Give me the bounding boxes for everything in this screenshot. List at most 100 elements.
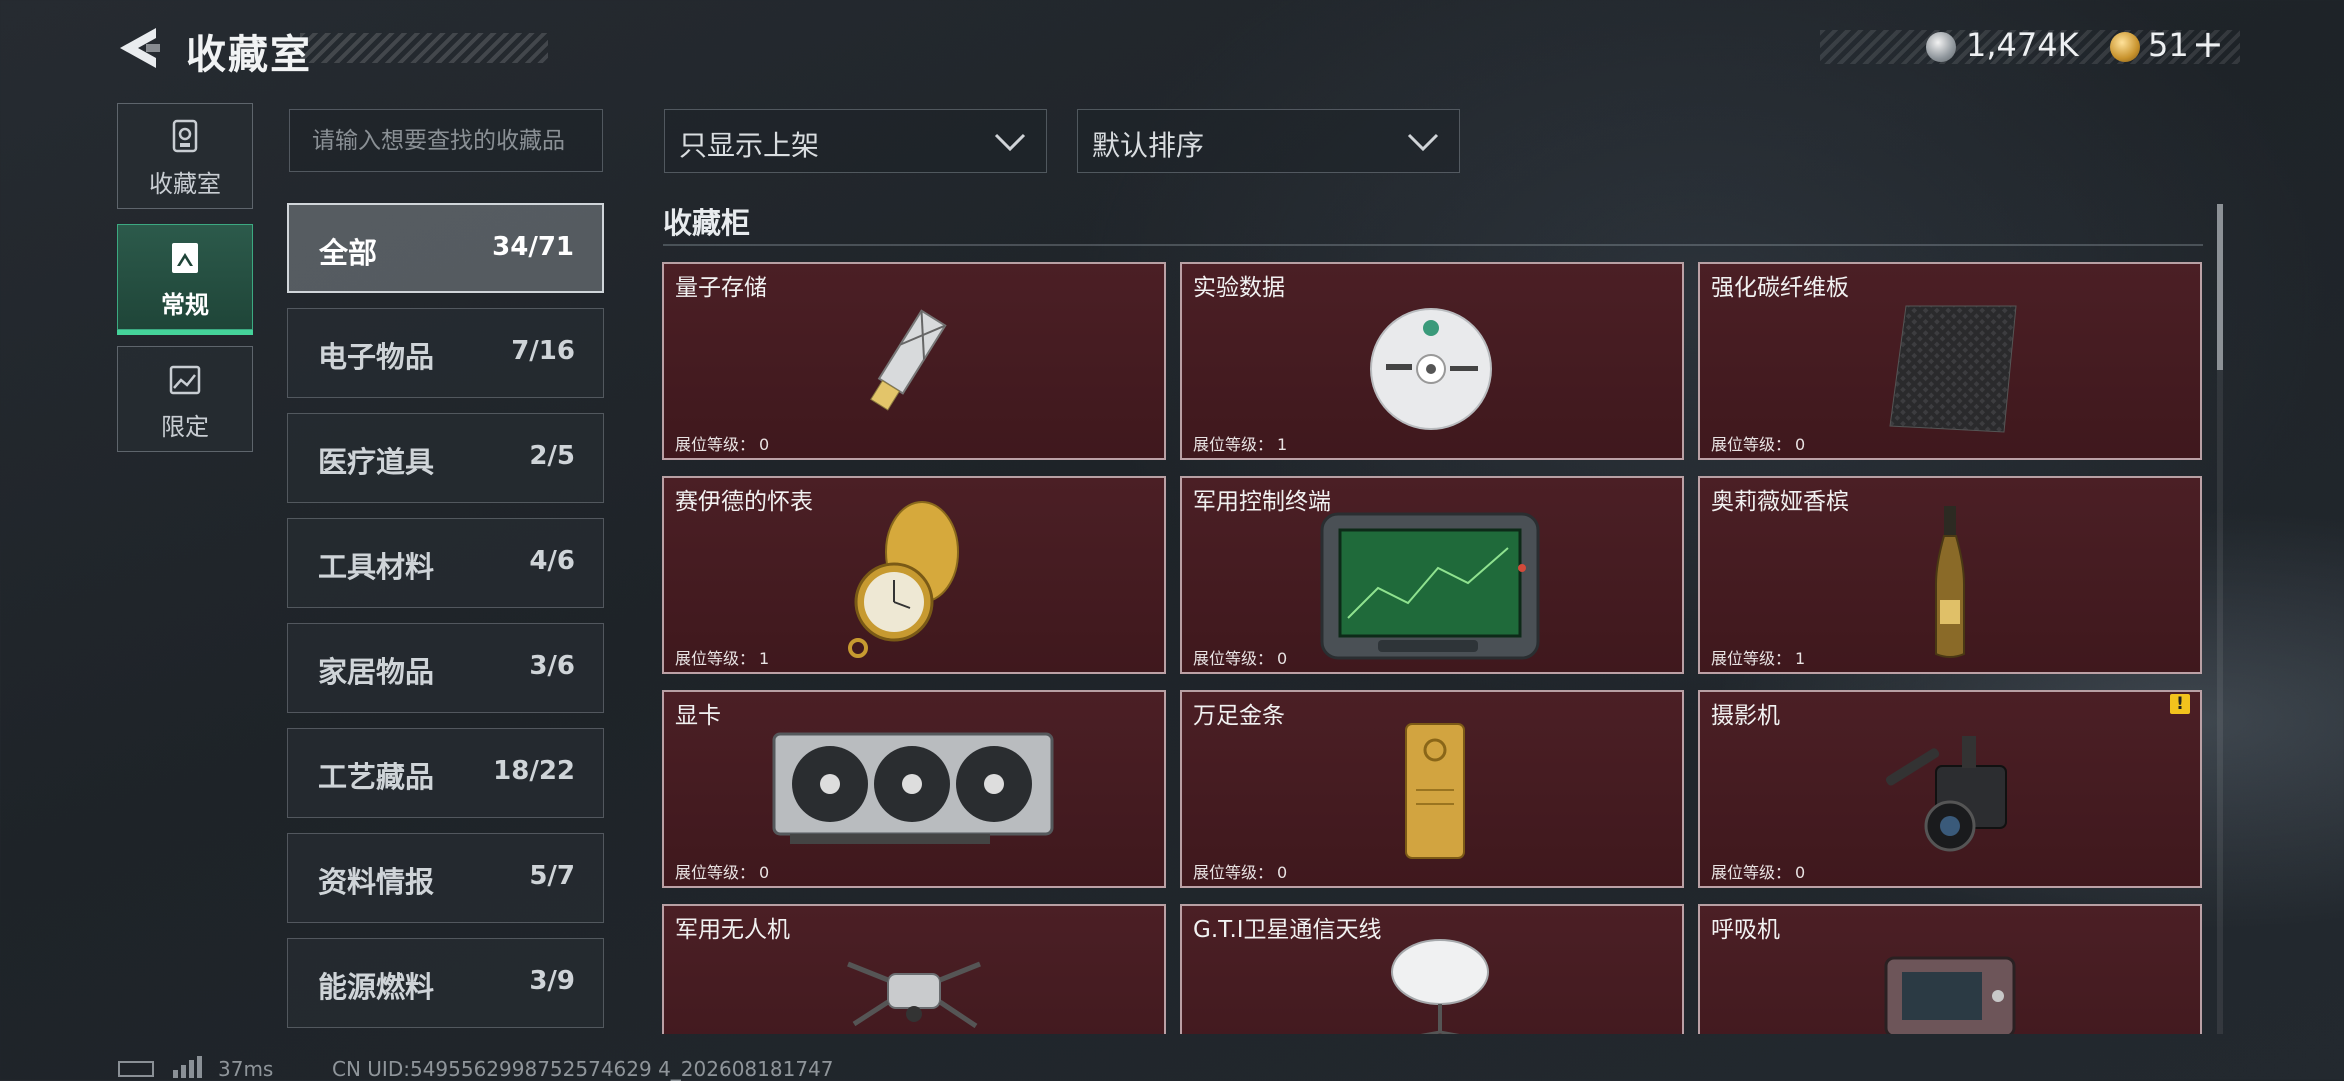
collection-item-card[interactable]: 军用无人机 展位等级： <box>662 904 1166 1034</box>
trophy-icon <box>172 119 198 153</box>
terminal-icon <box>1320 512 1540 660</box>
section-title: 收藏柜 <box>663 206 751 240</box>
section-divider <box>663 244 2203 246</box>
category-count: 3/6 <box>529 651 575 681</box>
ping-readout: 37ms <box>218 1057 274 1081</box>
item-name: 强化碳纤维板 <box>1711 275 1849 301</box>
disc-icon <box>1370 308 1492 430</box>
drone-icon <box>847 961 981 1029</box>
item-name: 显卡 <box>675 703 721 729</box>
category-name: 工艺藏品 <box>318 760 435 794</box>
collection-item-card[interactable]: G.T.I卫星通信天线 展位等级： <box>1180 904 1684 1034</box>
display-level: 展位等级： 0 <box>675 435 770 454</box>
category-count: 4/6 <box>529 546 575 576</box>
category-household[interactable]: 家居物品 3/6 <box>287 623 604 713</box>
usb-drive-icon <box>870 309 947 411</box>
nav-tab-collection-room[interactable]: 收藏室 <box>117 103 253 209</box>
collection-item-card[interactable]: 显卡 展位等级： 0 <box>662 690 1166 888</box>
search-input[interactable] <box>290 110 602 171</box>
category-name: 能源燃料 <box>318 970 435 1004</box>
category-count: 5/7 <box>529 861 575 891</box>
item-name: 奥莉薇娅香槟 <box>1711 489 1849 515</box>
category-count: 34/71 <box>492 232 574 262</box>
currency-amount: 1,474K <box>1966 26 2079 64</box>
collection-item-card[interactable]: 摄影机 ! 展位等级： 0 <box>1698 690 2202 888</box>
scrollbar[interactable] <box>2217 204 2223 1034</box>
frame-icon <box>172 243 198 273</box>
display-level: 展位等级： 0 <box>675 863 770 882</box>
collection-item-card[interactable]: 赛伊德的怀表 展位等级： 1 <box>662 476 1166 674</box>
category-count: 2/5 <box>529 441 575 471</box>
title-decoration <box>300 33 548 63</box>
category-count: 3/9 <box>529 966 575 996</box>
scrollbar-thumb[interactable] <box>2217 204 2223 370</box>
category-name: 工具材料 <box>318 550 435 584</box>
category-name: 全部 <box>319 236 378 270</box>
display-level: 展位等级： 0 <box>1193 649 1288 668</box>
display-level: 展位等级： 1 <box>1711 649 1806 668</box>
signal-strength-icon <box>173 1056 202 1078</box>
category-tools[interactable]: 工具材料 4/6 <box>287 518 604 608</box>
collection-item-card[interactable]: 军用控制终端 展位等级： 0 <box>1180 476 1684 674</box>
category-energy[interactable]: 能源燃料 3/9 <box>287 938 604 1028</box>
display-filter-value: 只显示上架 <box>679 129 820 162</box>
pocket-watch-icon <box>848 501 959 658</box>
collection-item-card[interactable]: 量子存储 展位等级： 0 <box>662 262 1166 460</box>
display-filter-dropdown[interactable]: 只显示上架 <box>664 109 1047 173</box>
collection-item-card[interactable]: 万足金条 展位等级： 0 <box>1180 690 1684 888</box>
category-name: 资料情报 <box>318 865 435 899</box>
collection-item-card[interactable]: 呼吸机 展位等级： <box>1698 904 2202 1034</box>
item-name: 万足金条 <box>1193 703 1285 729</box>
collection-grid: 量子存储 展位等级： 0 实验数据 展位等级： 1 强化碳纤维板 展位等级： 0… <box>662 262 2202 1034</box>
item-name: G.T.I卫星通信天线 <box>1193 917 1382 943</box>
category-crafts[interactable]: 工艺藏品 18/22 <box>287 728 604 818</box>
picture-icon <box>169 365 201 395</box>
category-name: 家居物品 <box>318 655 435 689</box>
display-level: 展位等级： 1 <box>675 649 770 668</box>
chevron-down-icon <box>1407 133 1439 152</box>
sort-value: 默认排序 <box>1092 129 1205 162</box>
nav-tab-label: 限定 <box>161 413 209 441</box>
nav-tab-regular[interactable]: 常规 <box>117 224 253 335</box>
item-name: 摄影机 <box>1711 703 1780 729</box>
category-medical[interactable]: 医疗道具 2/5 <box>287 413 604 503</box>
collection-item-card[interactable]: 强化碳纤维板 展位等级： 0 <box>1698 262 2202 460</box>
video-camera-icon <box>1885 736 2007 852</box>
graphics-card-icon <box>772 732 1054 844</box>
sort-dropdown[interactable]: 默认排序 <box>1077 109 1460 173</box>
battery-icon <box>118 1061 154 1077</box>
display-level: 展位等级： 1 <box>1193 435 1288 454</box>
item-name: 军用控制终端 <box>1193 489 1331 515</box>
carbon-plate-icon <box>1889 305 2017 433</box>
nav-tab-label: 收藏室 <box>149 170 221 198</box>
back-arrow-icon[interactable] <box>116 24 162 72</box>
category-count: 7/16 <box>511 336 575 366</box>
add-currency-button[interactable]: + <box>2192 22 2224 66</box>
item-name: 赛伊德的怀表 <box>675 489 813 515</box>
category-name: 电子物品 <box>318 340 435 374</box>
satellite-dish-icon <box>1391 939 1489 1034</box>
display-level: 展位等级： 0 <box>1711 435 1806 454</box>
category-count: 18/22 <box>493 756 575 786</box>
item-name: 军用无人机 <box>675 917 790 943</box>
display-level: 展位等级： 0 <box>1711 863 1806 882</box>
search-box <box>289 109 603 172</box>
item-name: 量子存储 <box>675 275 767 301</box>
category-electronics[interactable]: 电子物品 7/16 <box>287 308 604 398</box>
item-name: 实验数据 <box>1193 275 1285 301</box>
warning-badge: ! <box>2170 694 2190 714</box>
user-uid: CN UID:5495562998752574629 4_20260818174… <box>332 1057 834 1081</box>
item-name: 呼吸机 <box>1711 917 1780 943</box>
ventilator-icon <box>1884 956 2016 1034</box>
gold-bar-icon <box>1405 723 1465 859</box>
category-name: 医疗道具 <box>318 445 435 479</box>
collection-item-card[interactable]: 奥莉薇娅香槟 展位等级： 1 <box>1698 476 2202 674</box>
category-intel[interactable]: 资料情报 5/7 <box>287 833 604 923</box>
chevron-down-icon <box>994 133 1026 152</box>
category-all[interactable]: 全部 34/71 <box>287 203 604 293</box>
collection-item-card[interactable]: 实验数据 展位等级： 1 <box>1180 262 1684 460</box>
display-level: 展位等级： 0 <box>1193 863 1288 882</box>
silver-coin-icon <box>1926 32 1956 62</box>
champagne-icon <box>1935 506 1965 658</box>
nav-tab-limited[interactable]: 限定 <box>117 346 253 452</box>
